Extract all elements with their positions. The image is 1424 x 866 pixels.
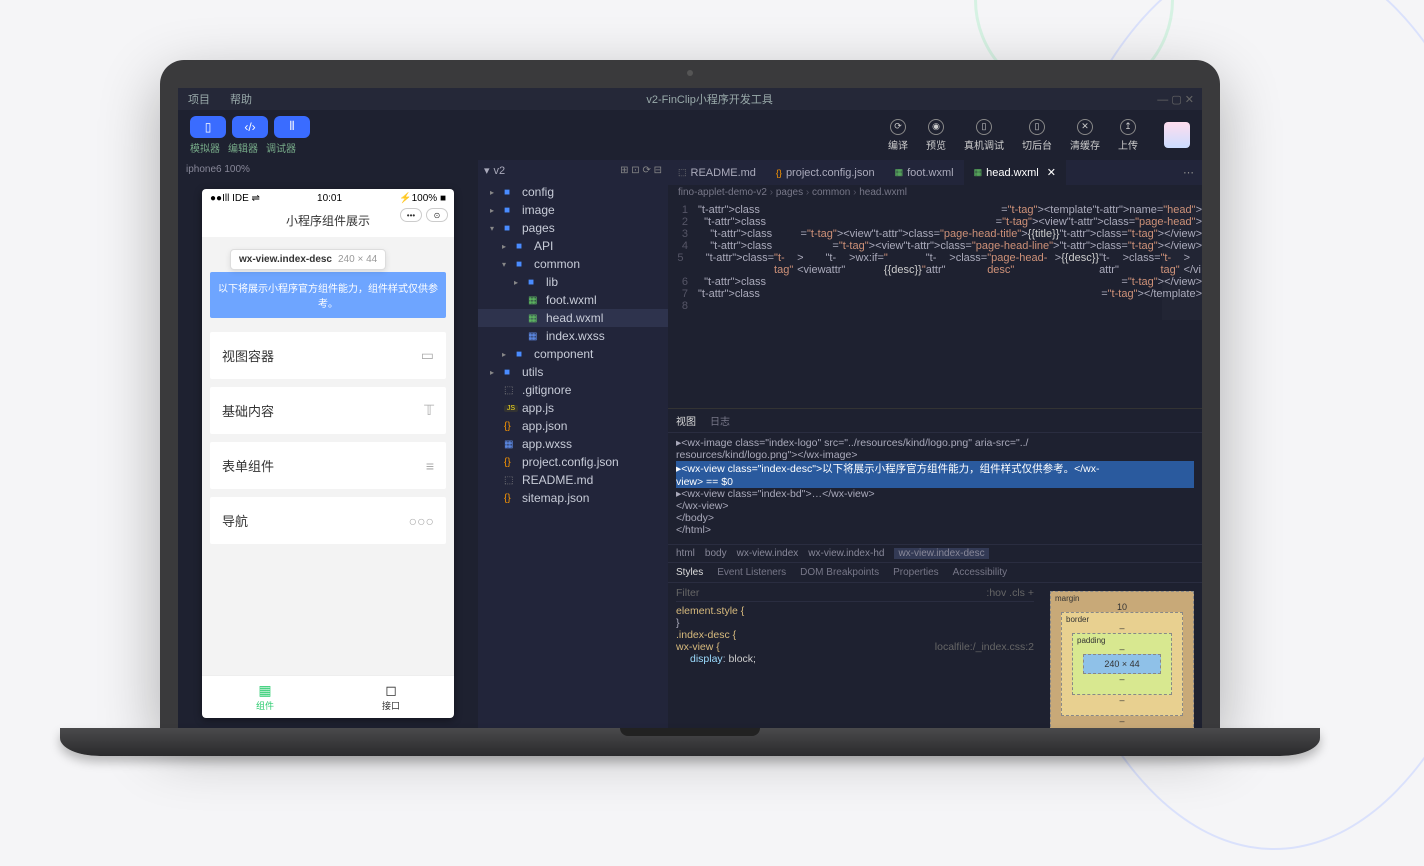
mode-debugger-label: 调试器: [266, 140, 296, 155]
file-tree-item[interactable]: ▦ foot.wxml: [478, 291, 668, 309]
phone-frame: ●●Ill IDE ⇌ 10:01 ⚡100% ■ 小程序组件展示 ••• ⊙: [202, 189, 454, 718]
page-title: 小程序组件展示: [286, 214, 370, 228]
mode-debugger-button[interactable]: ⫴: [274, 116, 310, 138]
battery-label: ⚡100% ■: [399, 193, 446, 204]
file-tree-item[interactable]: ▾ ■ pages: [478, 219, 668, 237]
upload-button[interactable]: ↥上传: [1118, 119, 1138, 152]
workspace: iphone6 100% ●●Ill IDE ⇌ 10:01 ⚡100% ■ 小…: [178, 160, 1202, 728]
ide-screen: 项目 帮助 v2-FinClip小程序开发工具 — ▢ ✕ ▯ ‹/› ⫴ 模拟…: [178, 88, 1202, 728]
inspect-tooltip: wx-view.index-desc 240 × 44: [230, 249, 386, 270]
tab-overflow[interactable]: ⋯: [1175, 166, 1202, 179]
box-model: margin10 border– padding– 240 × 44 – – –: [1042, 583, 1202, 728]
preview-button[interactable]: ◉预览: [926, 119, 946, 152]
window-controls[interactable]: — ▢ ✕: [1157, 93, 1202, 106]
tab-api[interactable]: ◻接口: [328, 676, 454, 718]
sim-menu-item[interactable]: 基础内容𝕋: [210, 387, 446, 434]
capsule-more-button[interactable]: •••: [400, 208, 422, 222]
elements-bc-item[interactable]: wx-view.index-hd: [808, 548, 884, 559]
mode-simulator-label: 模拟器: [190, 140, 220, 155]
elements-bc-item[interactable]: body: [705, 548, 727, 559]
editor-tab[interactable]: ⬚README.md: [668, 161, 766, 185]
file-tree-item[interactable]: ⬚ README.md: [478, 471, 668, 489]
file-tree-item[interactable]: {} project.config.json: [478, 453, 668, 471]
capsule-close-button[interactable]: ⊙: [426, 208, 448, 222]
elements-bc-item[interactable]: wx-view.index-desc: [894, 548, 988, 559]
code-editor[interactable]: 1"t-attr">class="t-tag"><template "t-att…: [668, 200, 1202, 408]
elements-bc-item[interactable]: wx-view.index: [737, 548, 799, 559]
camera-dot: [687, 70, 693, 76]
tab-component[interactable]: ▦组件: [202, 676, 328, 718]
devtools-panel-tab[interactable]: DOM Breakpoints: [800, 567, 879, 578]
elements-breadcrumb[interactable]: html body wx-view.index wx-view.index-hd wx-…: [668, 545, 1202, 563]
menu-project[interactable]: 项目: [178, 91, 220, 107]
file-tree-item[interactable]: ⬚ .gitignore: [478, 381, 668, 399]
titlebar: 项目 帮助 v2-FinClip小程序开发工具 — ▢ ✕: [178, 88, 1202, 110]
elements-bc-item[interactable]: html: [676, 548, 695, 559]
devtools-panel-tab[interactable]: Styles: [676, 567, 703, 578]
devtools-panel-tab[interactable]: Properties: [893, 567, 939, 578]
file-tree-item[interactable]: ▸ ■ utils: [478, 363, 668, 381]
device-label[interactable]: iphone6 100%: [178, 160, 478, 179]
compile-button[interactable]: ⟳编译: [888, 119, 908, 152]
file-tree-item[interactable]: ▦ index.wxss: [478, 327, 668, 345]
devtools: 视图 日志 ▸<wx-image class="index-logo" src=…: [668, 408, 1202, 728]
file-tree-item[interactable]: ▾ ■ common: [478, 255, 668, 273]
styles-filter-actions[interactable]: :hov .cls +: [986, 587, 1034, 599]
file-tree-item[interactable]: JS app.js: [478, 399, 668, 417]
styles-filter[interactable]: Filter: [676, 587, 699, 599]
editor-tab[interactable]: {}project.config.json: [766, 161, 885, 185]
project-root[interactable]: v2: [494, 165, 506, 177]
sim-menu-item[interactable]: 表单组件≡: [210, 442, 446, 489]
highlighted-element[interactable]: 以下将展示小程序官方组件能力，组件样式仅供参考。: [210, 272, 446, 318]
file-tree-item[interactable]: ▸ ■ API: [478, 237, 668, 255]
file-tree-item[interactable]: ▦ app.wxss: [478, 435, 668, 453]
mode-editor-button[interactable]: ‹/›: [232, 116, 268, 138]
mode-editor-label: 编辑器: [228, 140, 258, 155]
styles-panel[interactable]: Filter :hov .cls + element.style {}.inde…: [668, 583, 1042, 728]
elements-tree[interactable]: ▸<wx-image class="index-logo" src="../re…: [668, 433, 1202, 545]
editor-tabs: ⬚README.md {}project.config.json ▦foot.w…: [668, 160, 1202, 185]
simulator-panel: iphone6 100% ●●Ill IDE ⇌ 10:01 ⚡100% ■ 小…: [178, 160, 478, 728]
file-explorer: ▾v2 ⊞ ⊡ ⟳ ⊟ ▸ ■ config ▸ ■ image ▾ ■ pag…: [478, 160, 668, 728]
editor-area: ⬚README.md {}project.config.json ▦foot.w…: [668, 160, 1202, 728]
file-tree-item[interactable]: ▸ ■ lib: [478, 273, 668, 291]
breadcrumb[interactable]: fino-applet-demo-v2pagescommonhead.wxml: [668, 185, 1202, 200]
menu-help[interactable]: 帮助: [220, 91, 262, 107]
file-tree-item[interactable]: ▸ ■ config: [478, 183, 668, 201]
time-label: 10:01: [317, 193, 342, 204]
file-tree-item[interactable]: ▦ head.wxml: [478, 309, 668, 327]
sim-menu-item[interactable]: 导航○○○: [210, 497, 446, 544]
signal-label: ●●Ill IDE ⇌: [210, 193, 260, 204]
toolbar: ▯ ‹/› ⫴ 模拟器 编辑器 调试器 ⟳编译 ◉预览 ▯真机调试 ▯切后台: [178, 110, 1202, 160]
file-tree-item[interactable]: {} app.json: [478, 417, 668, 435]
devtools-tab-console[interactable]: 日志: [710, 413, 730, 428]
minimap[interactable]: [1162, 200, 1202, 320]
editor-tab[interactable]: ▦head.wxml✕: [964, 160, 1066, 185]
remote-debug-button[interactable]: ▯真机调试: [964, 119, 1004, 152]
mode-simulator-button[interactable]: ▯: [190, 116, 226, 138]
sim-menu-item[interactable]: 视图容器▭: [210, 332, 446, 379]
devtools-panel-tab[interactable]: Event Listeners: [717, 567, 786, 578]
window-title: v2-FinClip小程序开发工具: [262, 91, 1157, 107]
file-tree-item[interactable]: ▸ ■ image: [478, 201, 668, 219]
clear-cache-button[interactable]: ✕清缓存: [1070, 119, 1100, 152]
avatar[interactable]: [1164, 122, 1190, 148]
devtools-panel-tab[interactable]: Accessibility: [953, 567, 1007, 578]
laptop-mockup: 项目 帮助 v2-FinClip小程序开发工具 — ▢ ✕ ▯ ‹/› ⫴ 模拟…: [160, 60, 1220, 756]
file-tree-item[interactable]: ▸ ■ component: [478, 345, 668, 363]
file-tree-item[interactable]: {} sitemap.json: [478, 489, 668, 507]
explorer-actions[interactable]: ⊞ ⊡ ⟳ ⊟: [620, 165, 662, 176]
devtools-tab-elements[interactable]: 视图: [676, 413, 696, 428]
background-button[interactable]: ▯切后台: [1022, 119, 1052, 152]
editor-tab[interactable]: ▦foot.wxml: [885, 161, 964, 185]
